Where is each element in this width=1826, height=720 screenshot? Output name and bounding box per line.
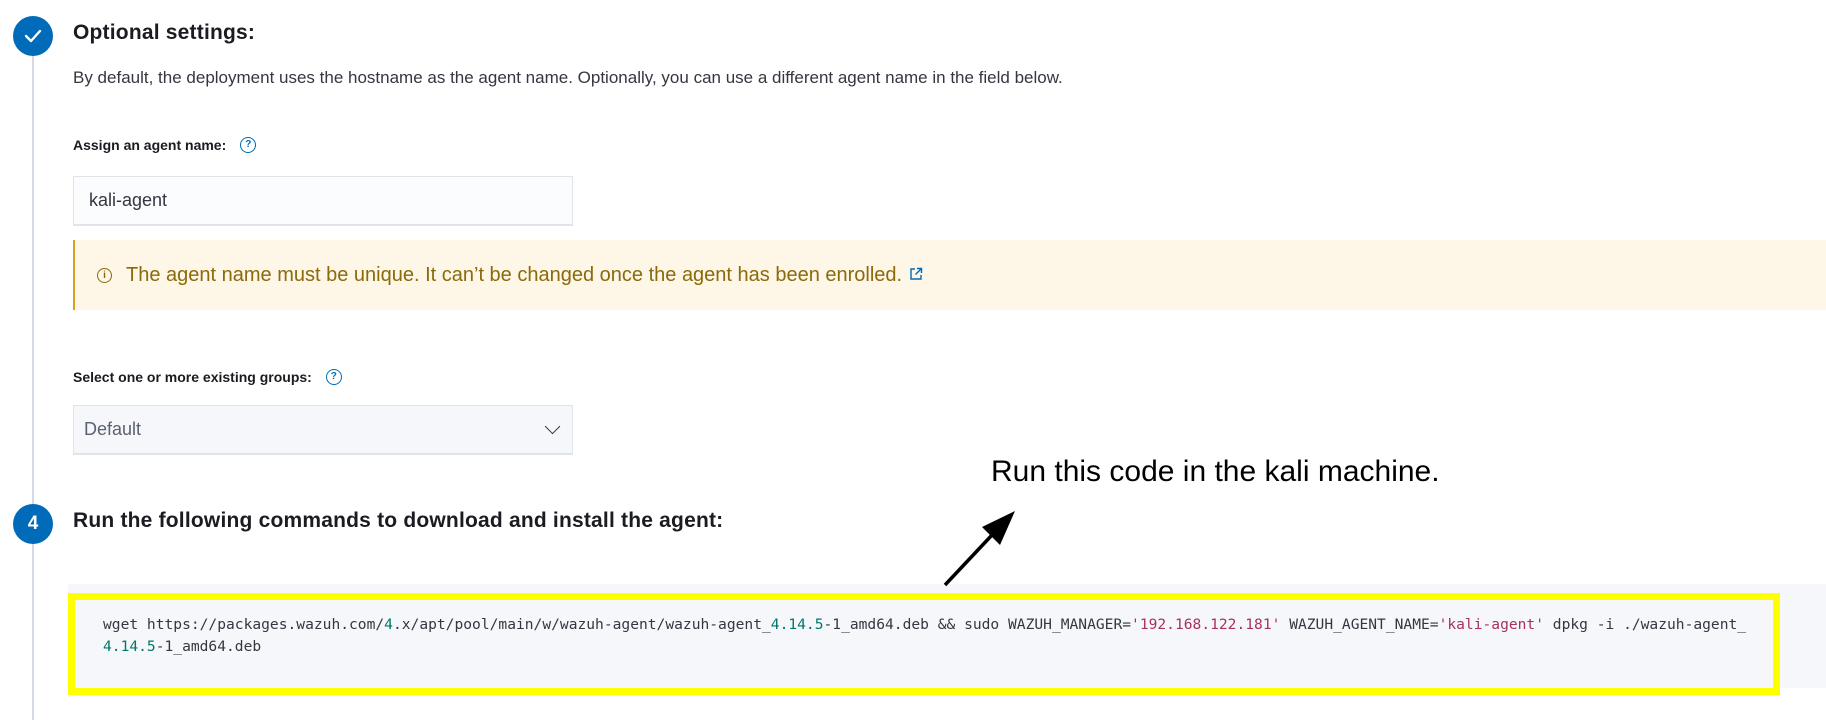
unique-name-callout: i The agent name must be unique. It can’… bbox=[73, 240, 1826, 310]
step-title-optional-settings: Optional settings: bbox=[73, 21, 256, 44]
callout-text: The agent name must be unique. It can’t … bbox=[126, 263, 903, 286]
agent-name-label: Assign an agent name: bbox=[73, 137, 227, 153]
step-description: By default, the deployment uses the host… bbox=[73, 68, 1063, 87]
groups-label-row: Select one or more existing groups: ? bbox=[73, 369, 342, 385]
check-icon bbox=[24, 29, 42, 43]
info-icon: i bbox=[97, 267, 112, 283]
arrow-icon bbox=[943, 511, 1015, 587]
help-icon[interactable]: ? bbox=[240, 137, 257, 153]
groups-select[interactable]: Default bbox=[73, 405, 573, 455]
annotation-text: Run this code in the kali machine. bbox=[991, 455, 1440, 488]
agent-name-label-row: Assign an agent name: ? bbox=[73, 137, 257, 153]
step-complete-badge bbox=[13, 16, 53, 56]
step-title-install-agent: Run the following commands to download a… bbox=[73, 509, 724, 532]
agent-name-input[interactable] bbox=[73, 176, 573, 226]
groups-select-value: Default bbox=[84, 419, 142, 439]
help-icon[interactable]: ? bbox=[325, 369, 342, 385]
highlight-box bbox=[68, 593, 1780, 695]
groups-label: Select one or more existing groups: bbox=[73, 369, 312, 385]
step-number-badge: 4 bbox=[13, 504, 53, 544]
step-rail bbox=[32, 56, 34, 720]
chevron-down-icon bbox=[544, 418, 561, 435]
external-link-icon[interactable] bbox=[909, 267, 923, 284]
